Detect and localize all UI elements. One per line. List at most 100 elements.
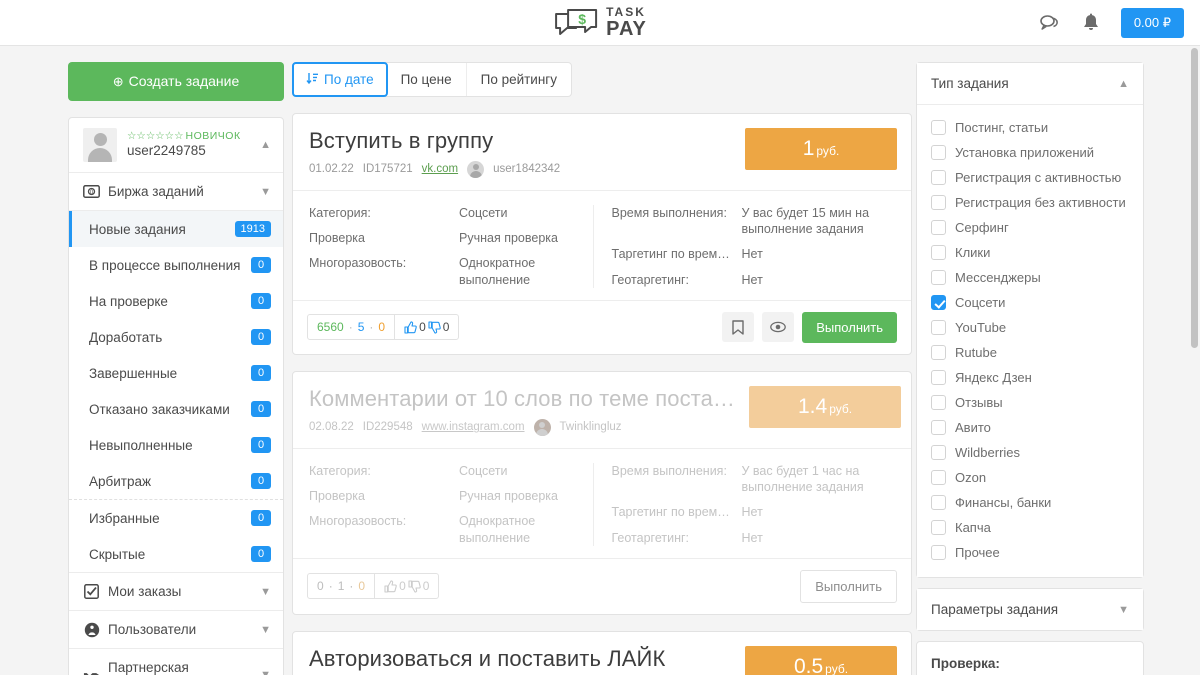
checkbox-icon[interactable]	[931, 395, 946, 410]
detail-key: Проверка	[309, 489, 365, 504]
task-site-link[interactable]: www.instagram.com	[422, 421, 525, 433]
checkbox-icon[interactable]	[931, 545, 946, 560]
filter-option-surfing[interactable]: Серфинг	[917, 215, 1143, 240]
create-task-button[interactable]: ⊕ Создать задание	[68, 62, 284, 101]
detail-value: У вас будет 1 час на выполнение задания	[741, 463, 864, 495]
filter-option-zen[interactable]: Яндекс Дзен	[917, 365, 1143, 390]
sidebar-item-unfinished[interactable]: Невыполненные 0	[69, 427, 283, 463]
sidebar-item-completed[interactable]: Завершенные 0	[69, 355, 283, 391]
filter-option-reviews[interactable]: Отзывы	[917, 390, 1143, 415]
filter-option-finance[interactable]: Финансы, банки	[917, 490, 1143, 515]
checkbox-icon[interactable]	[931, 220, 946, 235]
filter-option-youtube[interactable]: YouTube	[917, 315, 1143, 340]
checkbox-icon[interactable]	[931, 145, 946, 160]
checkbox-icon[interactable]	[931, 495, 946, 510]
tab-sort-by-rating[interactable]: По рейтингу	[467, 63, 571, 96]
filter-option-label: Wildberries	[955, 445, 1021, 460]
task-type-filter-header[interactable]: Тип задания ▲	[917, 63, 1143, 105]
filter-option-rutube[interactable]: Rutube	[917, 340, 1143, 365]
person-circle-icon	[83, 622, 100, 637]
bell-icon[interactable]	[1079, 11, 1103, 35]
filter-option-label: Авито	[955, 420, 991, 435]
task-card[interactable]: Комментарии от 10 слов по теме поста… 02…	[292, 370, 912, 615]
checkbox-icon[interactable]	[931, 370, 946, 385]
chevron-up-icon: ▲	[1118, 77, 1129, 90]
filter-option-other[interactable]: Прочее	[917, 540, 1143, 565]
filter-option-wildberries[interactable]: Wildberries	[917, 440, 1143, 465]
stat-done: 5	[357, 320, 365, 335]
do-task-button[interactable]: Выполнить	[802, 311, 897, 343]
page-scrollbar[interactable]	[1191, 48, 1198, 348]
do-task-button[interactable]: Выполнить	[800, 569, 897, 603]
checkbox-icon[interactable]	[931, 195, 946, 210]
detail-key: Геотаргетинг:	[611, 272, 690, 287]
tab-sort-by-price[interactable]: По цене	[387, 63, 467, 96]
checkbox-icon[interactable]	[931, 170, 946, 185]
eye-icon[interactable]	[762, 312, 795, 343]
filter-option-social[interactable]: Соцсети	[917, 290, 1143, 315]
sidebar-item-partner-program[interactable]: Партнерская программа ▼	[69, 648, 283, 675]
sidebar-item-new-tasks[interactable]: Новые задания 1913	[69, 211, 283, 247]
task-title: Авторизоваться и поставить ЛАЙК	[309, 645, 666, 671]
task-site-link[interactable]: vk.com	[422, 163, 458, 175]
filter-option-captcha[interactable]: Капча	[917, 515, 1143, 540]
filter-option-label: Постинг, статьи	[955, 120, 1049, 135]
thumbs-up-icon[interactable]	[384, 580, 397, 593]
sidebar-item-my-orders[interactable]: Мои заказы ▼	[69, 573, 283, 610]
sort-tabs: По дате По цене По рейтингу	[292, 62, 572, 97]
checkbox-icon[interactable]	[931, 520, 946, 535]
task-price: 1.4 руб.	[749, 385, 902, 428]
checkbox-icon[interactable]	[931, 470, 946, 485]
filter-option-avito[interactable]: Авито	[917, 415, 1143, 440]
detail-key: Многоразовость:	[309, 256, 407, 271]
sidebar-item-rework[interactable]: Доработать 0	[69, 319, 283, 355]
chat-bubbles-icon[interactable]	[1037, 11, 1061, 35]
filter-option-reg-active[interactable]: Регистрация с активностью	[917, 165, 1143, 190]
thumbs-up-icon[interactable]	[404, 321, 417, 334]
filter-option-label: Установка приложений	[955, 145, 1095, 160]
sidebar-item-arbitration[interactable]: Арбитраж 0	[69, 463, 283, 499]
filter-panel: Тип задания ▲ Постинг, статьи Установка …	[916, 62, 1144, 675]
checkbox-icon[interactable]	[931, 420, 946, 435]
bookmark-icon[interactable]	[722, 312, 755, 343]
sidebar-item-users[interactable]: Пользователи ▼	[69, 610, 283, 648]
thumbs-down-icon[interactable]	[428, 321, 441, 334]
tab-sort-by-date[interactable]: По дате	[292, 62, 388, 97]
filter-option-app-install[interactable]: Установка приложений	[917, 140, 1143, 165]
checkbox-icon[interactable]	[931, 320, 946, 335]
filter-option-label: Яндекс Дзен	[955, 370, 1032, 385]
sidebar: ⊕ Создать задание ☆☆☆☆☆☆ НОВИЧОК user22497…	[68, 62, 284, 675]
logo-text-task: TASK	[606, 5, 646, 19]
user-profile-row[interactable]: ☆☆☆☆☆☆ НОВИЧОК user2249785 ▲	[69, 118, 283, 172]
sidebar-item-favorites[interactable]: Избранные 0	[69, 499, 283, 536]
task-price-currency: руб.	[829, 401, 853, 416]
filter-option-ozon[interactable]: Ozon	[917, 465, 1143, 490]
sidebar-section-exchange[interactable]: 0 Биржа заданий ▼	[69, 172, 283, 210]
checkbox-icon[interactable]	[931, 295, 946, 310]
filter-option-posting[interactable]: Постинг, статьи	[917, 115, 1143, 140]
sidebar-item-hidden[interactable]: Скрытые 0	[69, 536, 283, 572]
filter-option-clicks[interactable]: Клики	[917, 240, 1143, 265]
task-card[interactable]: Авторизоваться и поставить ЛАЙК 27.07.22…	[292, 630, 912, 675]
svg-text:0: 0	[90, 190, 94, 196]
task-title: Вступить в группу	[309, 128, 494, 153]
checkbox-icon[interactable]	[931, 245, 946, 260]
task-card[interactable]: Вступить в группу 01.02.22 ID175721 vk.c…	[292, 113, 912, 355]
sidebar-item-on-review[interactable]: На проверке 0	[69, 283, 283, 319]
sidebar-item-rejected[interactable]: Отказано заказчиками 0	[69, 391, 283, 427]
checkbox-icon[interactable]	[931, 270, 946, 285]
checkbox-icon[interactable]	[931, 120, 946, 135]
filter-option-reg-inactive[interactable]: Регистрация без активности	[917, 190, 1143, 215]
checkbox-icon[interactable]	[931, 345, 946, 360]
checkbox-icon[interactable]	[931, 445, 946, 460]
filter-option-label: Регистрация без активности	[955, 195, 1126, 210]
thumbs-down-icon[interactable]	[408, 580, 421, 593]
task-params-filter-header[interactable]: Параметры задания ▼	[917, 589, 1143, 630]
sidebar-item-in-progress[interactable]: В процессе выполнения 0	[69, 247, 283, 283]
balance-button[interactable]: 0.00 ₽	[1120, 7, 1184, 38]
filter-option-messengers[interactable]: Мессенджеры	[917, 265, 1143, 290]
plus-icon: ⊕	[112, 74, 124, 89]
app-logo: $ TASK PAY	[553, 6, 647, 39]
task-author: user1842342	[493, 163, 561, 176]
user-rank: ☆☆☆☆☆☆ НОВИЧОК	[127, 130, 250, 143]
